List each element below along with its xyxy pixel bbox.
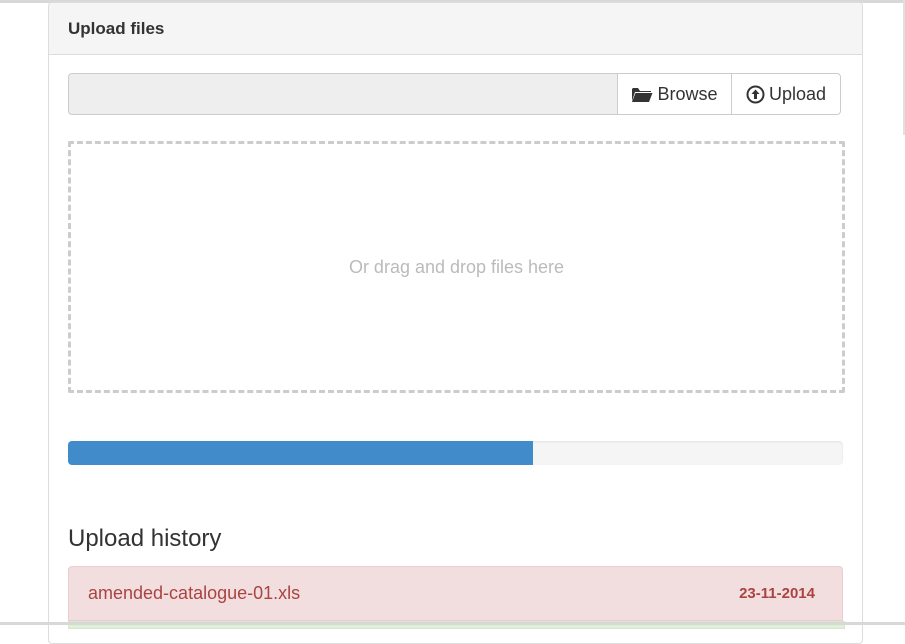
- browse-button[interactable]: Browse: [617, 73, 731, 115]
- history-row[interactable]: amended-catalogue-01.xls 23-11-2014: [68, 566, 843, 621]
- progress-bar-fill: [68, 441, 533, 465]
- panel-heading: Upload files: [49, 3, 862, 55]
- file-input-group: Browse Upload: [68, 73, 841, 115]
- file-path-field[interactable]: [68, 73, 617, 115]
- upload-progress: [68, 441, 843, 465]
- drop-zone[interactable]: Or drag and drop files here: [68, 141, 845, 393]
- circle-arrow-up-icon: [746, 85, 765, 104]
- history-date: 23-11-2014: [739, 585, 815, 602]
- upload-label: Upload: [768, 83, 827, 104]
- browse-label: Browse: [657, 83, 718, 104]
- upload-panel: Upload files Browse Upload Or drag and d: [48, 2, 863, 644]
- drop-zone-text: Or drag and drop files here: [348, 256, 565, 277]
- folder-open-icon: [631, 86, 653, 103]
- upload-button[interactable]: Upload: [731, 73, 841, 115]
- history-filename: amended-catalogue-01.xls: [88, 583, 301, 603]
- history-title: Upload history: [68, 525, 222, 552]
